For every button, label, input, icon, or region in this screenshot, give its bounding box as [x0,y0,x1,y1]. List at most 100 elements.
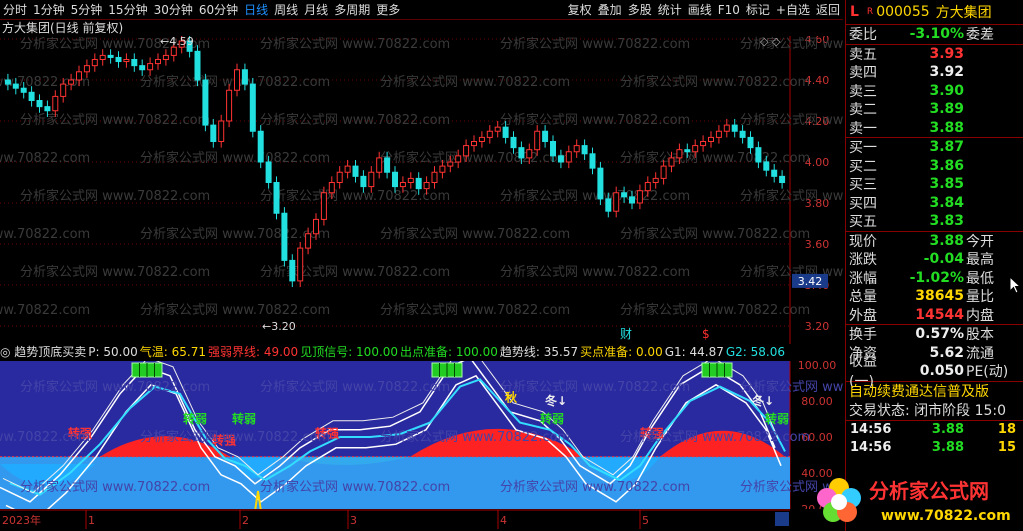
weibi-label: 委比 [849,27,877,44]
quote2-0-row: 换手 0.57% 股本 [846,325,1023,344]
period-tab-6[interactable]: 日线 [241,0,271,19]
tick-time: 14:56 [850,440,892,455]
indicator-param: G1: 44.87 [664,345,724,359]
period-tab-5[interactable]: 60分钟 [196,0,241,19]
period-tab-8[interactable]: 月线 [301,0,331,19]
watermark: 分析家公式网 www.70822.com [620,429,810,445]
indicator-param: 强弱界线: 49.00 [207,345,299,359]
bid-4-value: 3.84 [929,194,964,211]
candle[interactable] [226,84,233,128]
candle[interactable] [281,207,288,267]
indicator-chart[interactable]: 100.0080.0060.0040.0020.00转强转弱转强转弱转强转弱转强… [0,348,1023,531]
quote-0-value: 3.88 [929,232,964,249]
candle[interactable] [320,186,327,226]
quote-0-label2: 今开 [966,233,994,250]
indicator-param: 见顶信号: 100.00 [300,345,399,359]
quote-1-row: 涨跌 -0.04 最高 [846,250,1023,269]
toolbar-button-5[interactable]: F10 [715,0,743,19]
watermark: 分析家公式网 www.70822.com [140,150,330,166]
quote2-1-label2: 流通 [966,345,994,362]
x-axis-label: 2 [242,514,249,527]
toolbar-button-6[interactable]: 标记 [743,0,773,19]
signal-label: 冬↓ [545,393,567,408]
watermark: 分析家公式网 www.70822.com [0,302,90,318]
ask-3-row: 卖三 3.90 [846,82,1023,101]
bid-5-label: 买五 [849,214,877,231]
watermark: 分析家公式网 www.70822.com [380,429,570,445]
period-tab-3[interactable]: 15分钟 [105,0,150,19]
watermark: 分析家公式网 www.70822.com [260,188,450,204]
chart-diamond-icon[interactable]: ◇ ◇ [760,36,781,48]
ask-3-value: 3.90 [929,82,964,99]
scroll-button[interactable] [775,512,789,526]
quote-1-label2: 最高 [966,252,994,269]
toolbar-button-0[interactable]: 复权 [565,0,595,19]
top-signal [701,362,733,378]
ask-4-value: 3.89 [929,101,964,118]
candlestick-chart[interactable]: 4.604.404.204.003.803.603.403.20分析家公式网 w… [0,36,843,344]
period-tab-0[interactable]: 分时 [0,0,30,19]
quote-4-value: 14544 [915,306,964,323]
watermark: 分析家公式网 www.70822.com [260,112,450,128]
weibi-value: -3.10% [909,26,964,43]
indicator-param: 趋势线: 35.57 [499,345,579,359]
indicator-name[interactable]: ◎ 趋势顶底买卖 [0,345,86,359]
candle[interactable] [194,45,201,87]
toolbar-button-1[interactable]: 叠加 [595,0,625,19]
period-tab-9[interactable]: 多周期 [331,0,373,19]
x-axis-label: 1 [88,514,95,527]
quote-4-label: 外盘 [849,307,877,324]
trade-status: 交易状态: 闭市阶段 15:0 [846,401,1023,421]
candle[interactable] [257,125,264,169]
quote-stats-2: 换手 0.57% 股本 净资 5.62 流通 收益(一) 0.050 PE(动) [846,324,1023,390]
watermark: 分析家公式网 www.70822.com [500,264,690,280]
ask-5-label: 卖一 [849,120,877,137]
event-marker[interactable]: 财 [620,327,632,341]
toolbar-button-4[interactable]: 画线 [685,0,715,19]
period-tab-4[interactable]: 30分钟 [151,0,196,19]
watermark: 分析家公式网 www.70822.com [740,112,843,128]
bid-2-row: 买二 3.86 [846,157,1023,176]
signal-label: 转弱 [765,411,789,426]
period-tab-2[interactable]: 5分钟 [68,0,106,19]
candle[interactable] [249,77,256,138]
ask-2-value: 3.92 [929,64,964,81]
bid-5-value: 3.83 [929,213,964,230]
period-tab-7[interactable]: 周线 [271,0,301,19]
quote-3-label: 总量 [849,289,877,306]
indicator-param: 买点准备: 0.00 [580,345,663,359]
ask-1-row: 卖五 3.93 [846,45,1023,64]
stock-code[interactable]: 000055 [876,4,929,20]
candle[interactable] [202,73,209,132]
quote-2-value: -1.02% [909,269,964,286]
event-marker[interactable]: $ [702,327,710,341]
signal-label: 冬↓ [752,393,774,408]
toolbar-button-7[interactable]: +自选 [773,0,813,19]
watermark: 分析家公式网 www.70822.com [0,150,90,166]
current-price-tag: 3.42 [792,273,828,288]
tick-volume: 18 [997,422,1016,437]
toolbar-button-2[interactable]: 多股 [625,0,655,19]
watermark: 分析家公式网 www.70822.com [140,226,330,242]
ask-2-label: 卖四 [849,65,877,82]
signal-label: 转弱 [183,411,207,426]
stock-name[interactable]: 方大集团 [936,2,992,22]
period-tab-10[interactable]: 更多 [373,0,403,19]
period-tab-1[interactable]: 1分钟 [30,0,68,19]
toolbar-button-8[interactable]: 返回 [813,0,843,19]
candle[interactable] [273,176,280,220]
candle[interactable] [597,162,604,206]
flower-icon [817,478,861,522]
quote2-2-label2: PE(动) [966,364,1009,381]
watermark: 分析家公式网 www.70822.com [0,429,90,445]
watermark: 分析家公式网 www.70822.com [740,188,843,204]
promo-link[interactable]: 自动续费通达信普及版 [846,380,1023,401]
watermark: 分析家公式网 www.70822.com [500,188,690,204]
candle[interactable] [297,241,304,288]
tick-list: 14:56 3.88 18 14:56 3.88 15 [846,421,1023,457]
watermark: 分析家公式网 www.70822.com [500,479,690,495]
ask-3-label: 卖三 [849,83,877,100]
toolbar-button-3[interactable]: 统计 [655,0,685,19]
bid-5-row: 买五 3.83 [846,212,1023,231]
svg-text:3.42: 3.42 [798,275,823,288]
